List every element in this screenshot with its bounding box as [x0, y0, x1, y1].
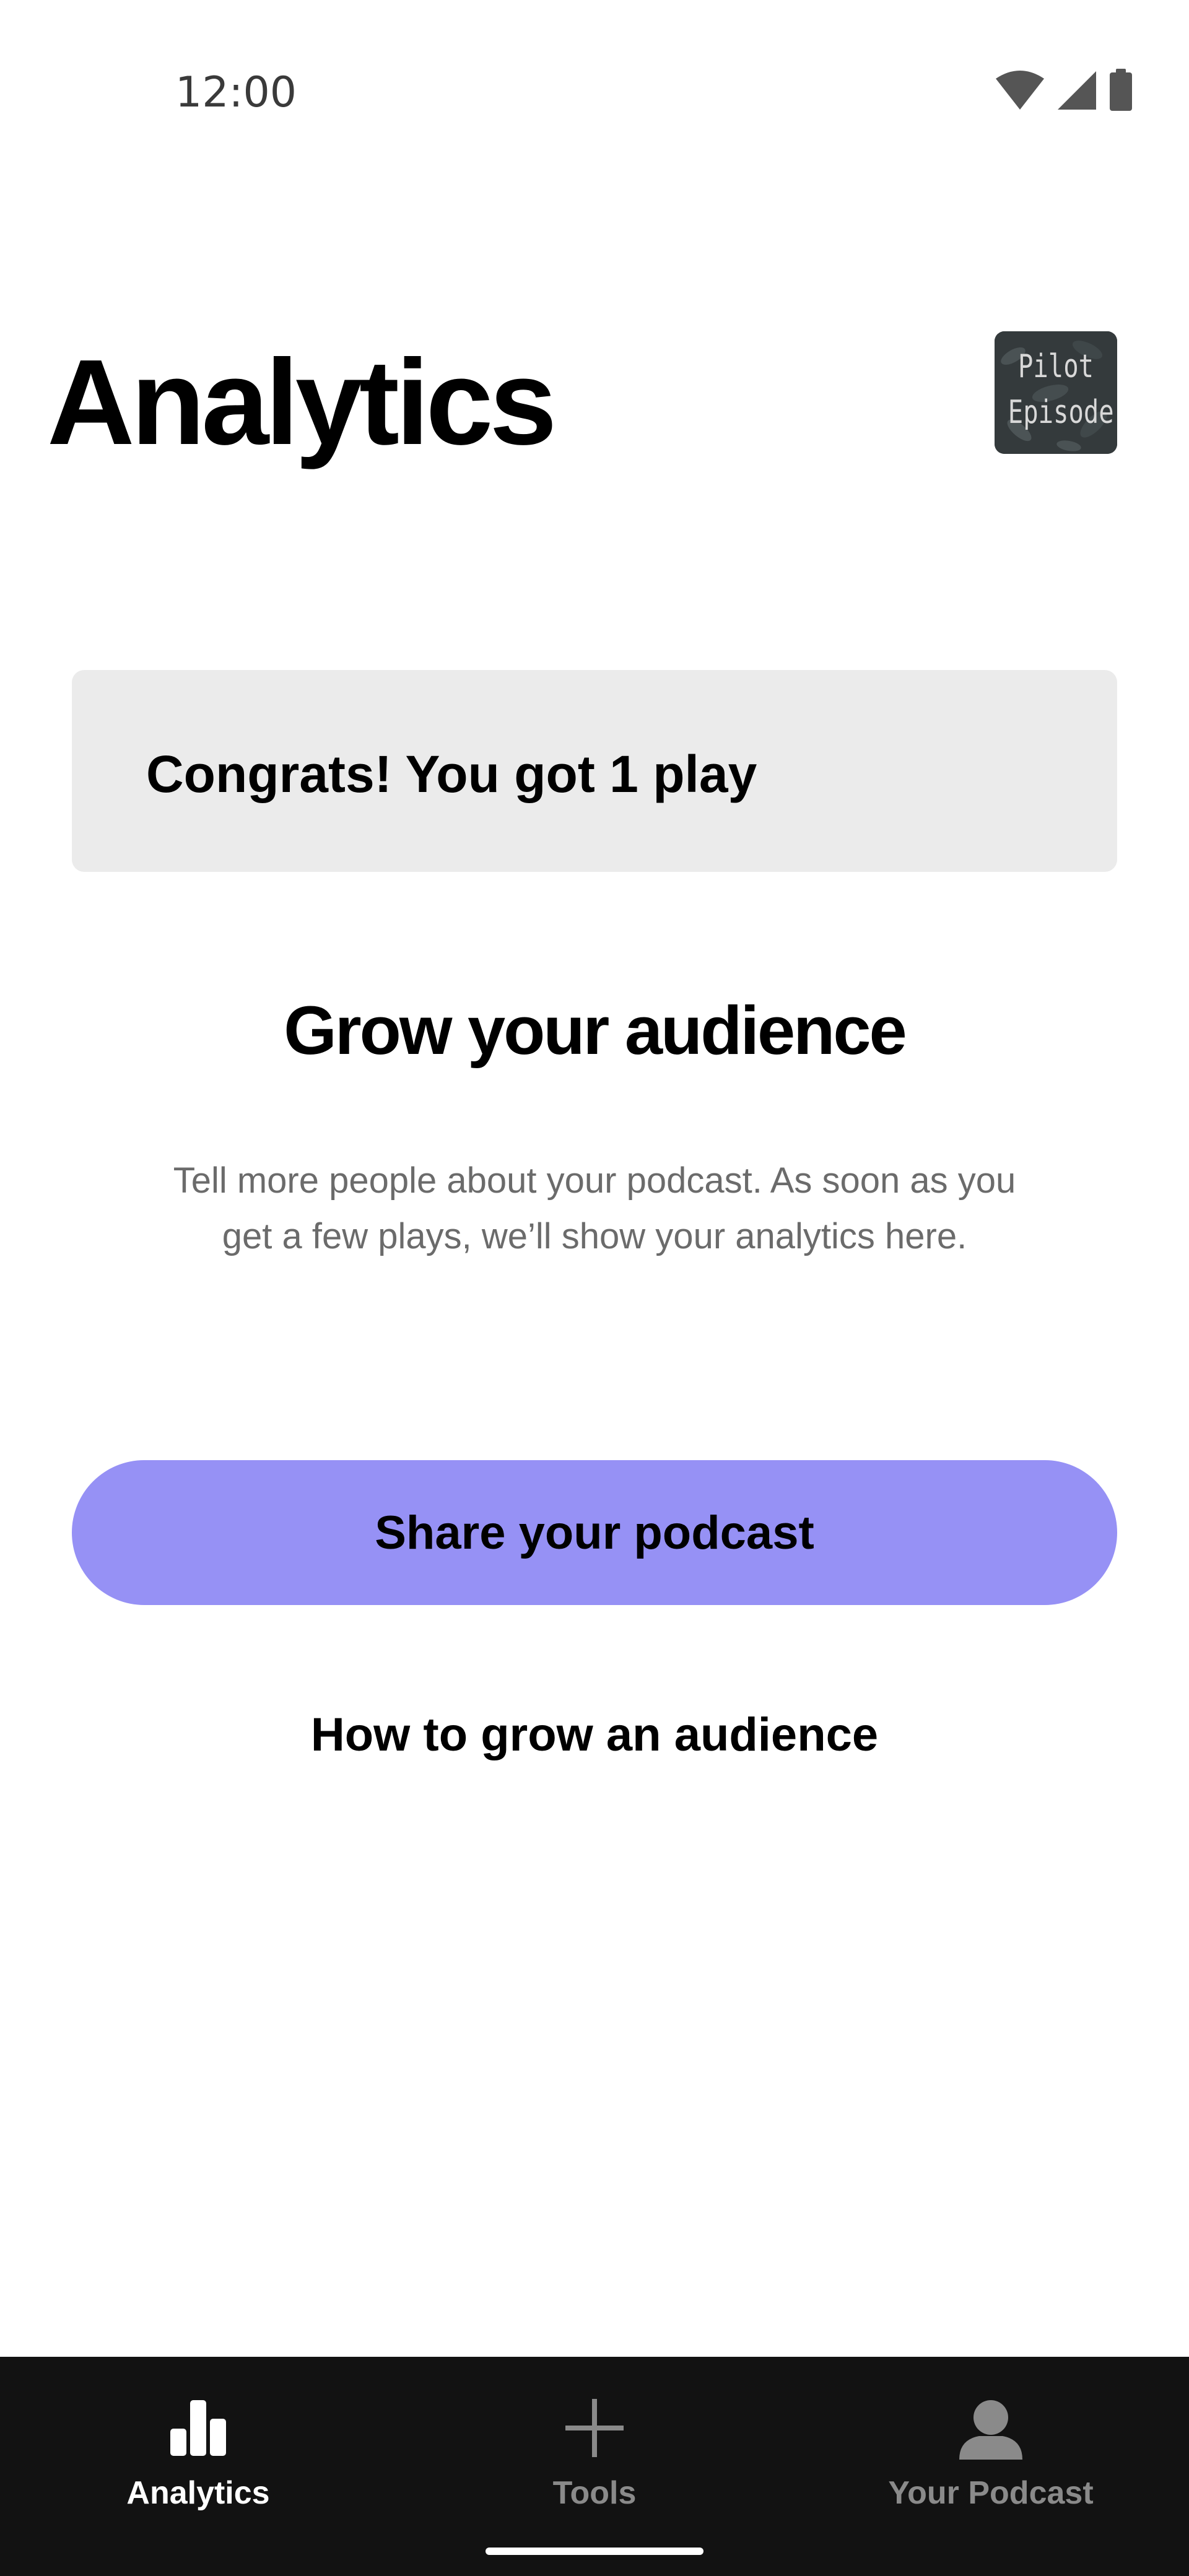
grow-audience-title: Grow your audience — [284, 993, 907, 1069]
bottom-navigation: Analytics Tools Your Podcast — [0, 2357, 1189, 2576]
how-to-grow-link[interactable]: How to grow an audience — [0, 1704, 1189, 1766]
nav-item-analytics[interactable]: Analytics — [0, 2357, 396, 2543]
nav-item-tools[interactable]: Tools — [396, 2357, 793, 2543]
nav-label-analytics: Analytics — [126, 2475, 270, 2511]
person-icon — [959, 2400, 1022, 2460]
episode-thumbnail-line1: Pilot — [1017, 348, 1094, 385]
status-time: 12:00 — [175, 68, 297, 117]
home-indicator[interactable] — [486, 2548, 703, 2555]
status-bar: 12:00 — [0, 0, 1189, 186]
episode-thumbnail-line2: Episode — [1008, 394, 1114, 431]
wifi-icon — [996, 71, 1044, 110]
status-icons — [995, 67, 1133, 114]
episode-thumbnail[interactable]: Pilot Episode — [995, 331, 1117, 454]
page-header: Analytics Pilot Episode — [0, 297, 1189, 483]
bar-chart-icon — [170, 2400, 226, 2456]
nav-item-your-podcast[interactable]: Your Podcast — [793, 2357, 1189, 2543]
nav-label-your-podcast: Your Podcast — [888, 2475, 1094, 2511]
plays-banner-text: Congrats! You got 1 play — [146, 745, 757, 803]
nav-label-tools: Tools — [552, 2475, 637, 2511]
battery-icon — [1110, 69, 1132, 111]
page-title: Analytics — [47, 334, 557, 470]
grow-audience-description: Tell more people about your podcast. As … — [173, 1160, 1016, 1256]
plus-icon — [565, 2399, 624, 2457]
plays-banner: Congrats! You got 1 play — [72, 670, 1117, 872]
cellular-signal-icon — [1058, 71, 1096, 110]
share-podcast-button[interactable]: Share your podcast — [72, 1460, 1117, 1605]
episode-thumbnail-text: Pilot Episode — [1008, 344, 1114, 435]
